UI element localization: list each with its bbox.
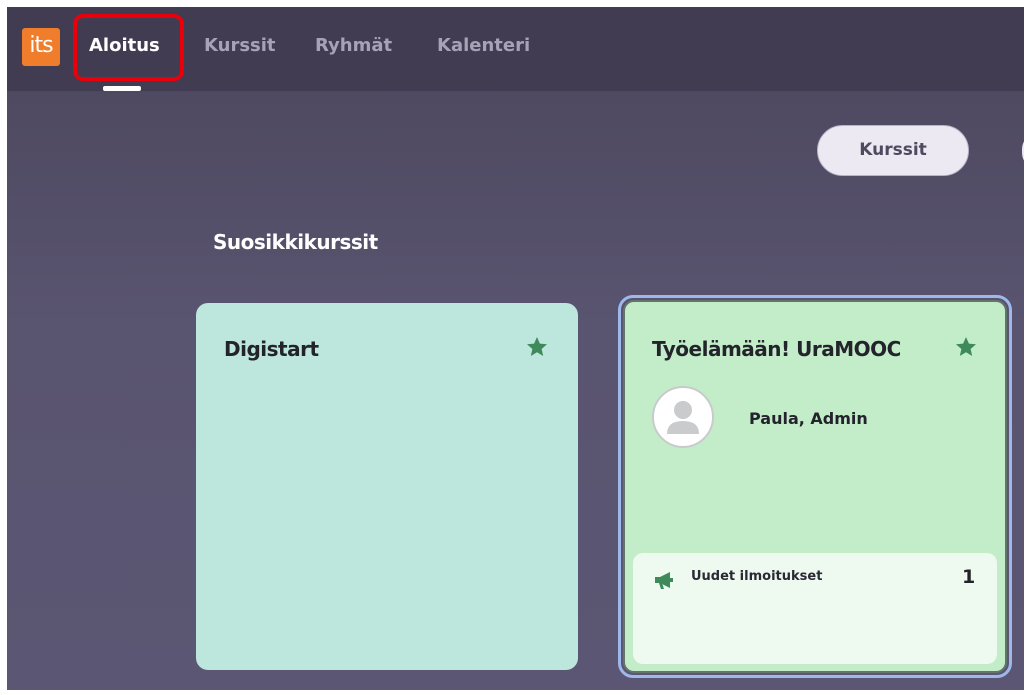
course-title-uramooc[interactable]: Työelämään! UraMOOC <box>652 337 901 361</box>
course-title-digistart[interactable]: Digistart <box>224 337 319 361</box>
teacher-name[interactable]: Paula, Admin <box>749 409 868 428</box>
its-logo[interactable]: its <box>22 28 60 66</box>
star-icon[interactable] <box>954 335 978 359</box>
notifications-count: 1 <box>962 566 976 588</box>
nav-tab-kalenteri[interactable]: Kalenteri <box>437 35 530 56</box>
annotation-highlight-box <box>73 14 184 81</box>
star-icon[interactable] <box>525 335 549 359</box>
notifications-label[interactable]: Uudet ilmoitukset <box>691 569 822 584</box>
courses-button[interactable]: Kurssit <box>817 125 969 176</box>
active-tab-indicator <box>103 86 141 91</box>
partial-button[interactable] <box>1022 134 1024 168</box>
user-avatar-icon <box>652 386 714 448</box>
nav-tab-kurssit[interactable]: Kurssit <box>204 35 276 56</box>
megaphone-icon <box>655 572 673 589</box>
top-navigation: its Aloitus Kurssit Ryhmät Kalenteri <box>7 7 1024 91</box>
favorites-section-title: Suosikkikurssit <box>213 230 378 254</box>
nav-tab-ryhmat[interactable]: Ryhmät <box>315 35 392 56</box>
app-viewport: its Aloitus Kurssit Ryhmät Kalenteri Kur… <box>7 7 1024 690</box>
